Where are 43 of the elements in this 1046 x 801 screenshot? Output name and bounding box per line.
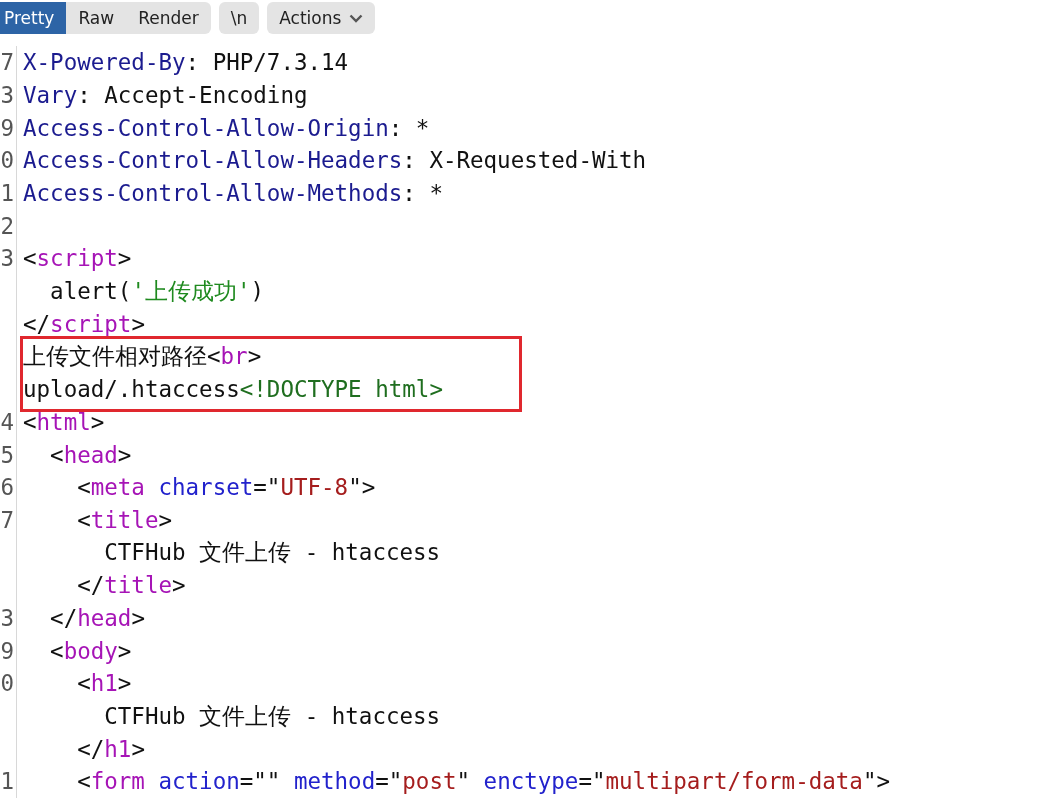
line-number: 7 bbox=[0, 49, 14, 76]
view-tab[interactable]: Render bbox=[126, 2, 211, 34]
code-line: X-Powered-By: PHP/7.3.14 bbox=[23, 49, 349, 76]
line-number: 3 bbox=[0, 245, 14, 272]
code-line: 上传文件相对路径<br> bbox=[23, 342, 262, 372]
code-line: <html> bbox=[23, 408, 105, 435]
code-line: </title> bbox=[76, 572, 186, 599]
line-number: 3 bbox=[0, 605, 14, 632]
code-line: </h1> bbox=[76, 735, 145, 762]
code-line: Access-Control-Allow-Methods: * bbox=[23, 180, 443, 207]
code-line: Access-Control-Allow-Headers: X-Requested-With bbox=[23, 147, 647, 174]
line-number: 2 bbox=[0, 212, 14, 239]
code-line: </head> bbox=[49, 605, 145, 632]
line-number: 5 bbox=[0, 441, 14, 468]
line-number: 0 bbox=[0, 670, 14, 697]
line-number: 4 bbox=[0, 408, 14, 435]
code-line: <title> bbox=[76, 506, 172, 533]
code-line: CTFHub 文件上传 - htaccess bbox=[103, 701, 441, 731]
line-number: 7 bbox=[0, 506, 14, 533]
code-line: upload/.htaccess<!DOCTYPE html> bbox=[23, 376, 443, 403]
code-line: <body> bbox=[49, 637, 132, 664]
code-line: CTFHub 文件上传 - htaccess bbox=[103, 538, 441, 568]
view-tab[interactable]: Raw bbox=[66, 2, 127, 34]
line-number: 6 bbox=[0, 474, 14, 501]
code-line: alert('上传成功') bbox=[49, 276, 264, 306]
line-number: 1 bbox=[0, 768, 14, 795]
code-line: <h1> bbox=[76, 670, 132, 697]
line-number: 9 bbox=[0, 637, 14, 664]
line-number: 3 bbox=[0, 82, 14, 109]
line-number: 9 bbox=[0, 114, 14, 141]
line-number: 0 bbox=[0, 147, 14, 174]
view-tab[interactable]: Pretty bbox=[0, 2, 67, 34]
code-line: </script> bbox=[23, 310, 145, 337]
code-line: <form action="" method="post" enctype="multipart/form-data"> bbox=[76, 768, 890, 795]
newline-button[interactable]: \n bbox=[218, 2, 260, 34]
code-line: <script> bbox=[23, 245, 132, 272]
code-line: <meta charset="UTF-8"> bbox=[76, 474, 376, 501]
line-number: 1 bbox=[0, 180, 14, 207]
chevron-icon bbox=[349, 13, 364, 23]
code-line: Access-Control-Allow-Origin: * bbox=[23, 114, 430, 141]
actions-button[interactable]: Actions bbox=[267, 2, 376, 34]
code-line: <head> bbox=[49, 441, 132, 468]
code-line: Vary: Accept-Encoding bbox=[23, 82, 308, 109]
